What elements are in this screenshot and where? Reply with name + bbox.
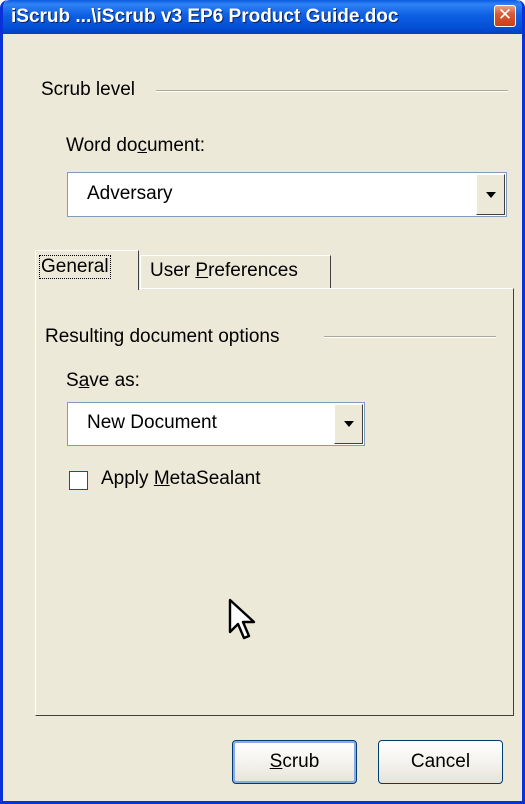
tab-user-preferences-label: User Preferences	[150, 260, 298, 281]
close-icon: ✕	[497, 5, 513, 25]
apply-metasealant-label[interactable]: Apply MetaSealant	[101, 468, 261, 490]
scrub-button[interactable]: Scrub	[232, 740, 357, 784]
close-button[interactable]: ✕	[494, 5, 516, 27]
word-document-label: Word document:	[66, 135, 206, 156]
chevron-down-icon[interactable]	[334, 404, 363, 444]
chevron-down-icon[interactable]	[476, 174, 505, 215]
apply-metasealant-checkbox[interactable]	[69, 471, 88, 490]
cancel-button[interactable]: Cancel	[378, 740, 503, 784]
tab-general-label: General	[39, 255, 111, 279]
save-as-label: Save as:	[66, 370, 140, 391]
window-title: iScrub ...\iScrub v3 EP6 Product Guide.d…	[11, 6, 399, 27]
tab-user-preferences[interactable]: User Preferences	[140, 255, 331, 288]
save-as-select[interactable]: New Document	[67, 402, 365, 446]
document-options-group-label: Resulting document options	[45, 326, 280, 347]
title-bar[interactable]: iScrub ...\iScrub v3 EP6 Product Guide.d…	[3, 0, 522, 34]
general-tab-panel	[35, 288, 514, 716]
scrub-level-group-label: Scrub level	[41, 79, 135, 100]
save-as-value: New Document	[87, 412, 217, 433]
scrub-level-group-line	[156, 90, 508, 92]
word-document-select[interactable]: Adversary	[67, 172, 507, 217]
iscrub-dialog: iScrub ...\iScrub v3 EP6 Product Guide.d…	[0, 0, 525, 804]
document-options-group-line	[324, 336, 496, 338]
mouse-pointer-icon	[228, 598, 256, 640]
tab-general[interactable]: General	[35, 250, 139, 290]
word-document-value: Adversary	[87, 183, 173, 204]
